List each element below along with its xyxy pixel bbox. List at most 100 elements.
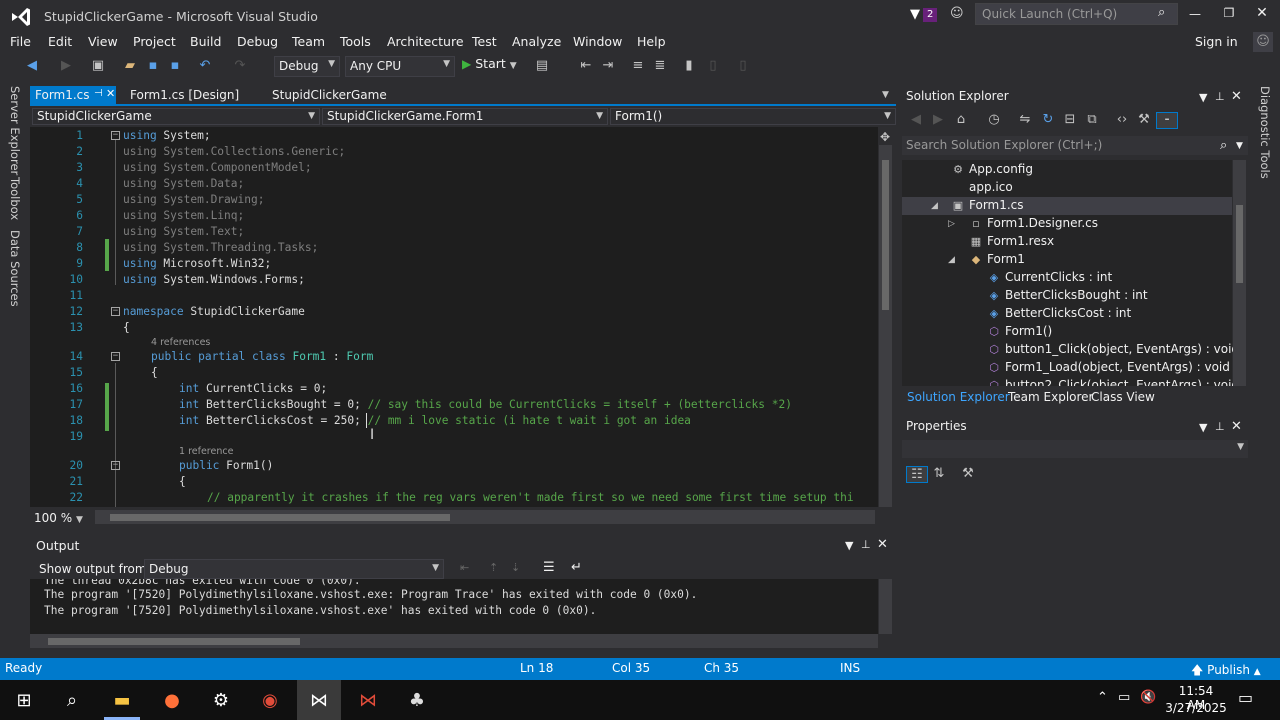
forward-icon[interactable]: ▶ <box>58 58 74 73</box>
expand-icon[interactable]: ◢ <box>931 201 938 211</box>
tab-solution-explorer[interactable]: Solution Explorer <box>902 389 1015 405</box>
expand-icon[interactable]: ◢ <box>948 255 955 265</box>
tree-item-form1-class[interactable]: ◆ Form1 <box>969 250 1025 268</box>
notifications-icon[interactable]: ▭ <box>1238 688 1253 707</box>
feedback-icon[interactable]: ☺ <box>950 6 964 21</box>
home-icon[interactable]: ⌂ <box>953 112 969 127</box>
view-code-icon[interactable]: ‹› <box>1114 112 1130 127</box>
app-cat-icon[interactable]: ♣ <box>404 688 430 714</box>
output-source-select[interactable]: Debug ▼ <box>144 559 444 579</box>
open-folder-icon[interactable]: ▰ <box>122 58 138 73</box>
codelens-references[interactable]: 1 reference <box>179 446 233 458</box>
configuration-select[interactable]: Debug ▼ <box>274 56 340 77</box>
search-icon[interactable]: ⌕ <box>1220 138 1227 153</box>
bookmark-icon[interactable]: ▮ <box>681 58 697 73</box>
quick-launch-input[interactable]: Quick Launch (Ctrl+Q) <box>975 3 1178 25</box>
tab-stupidclickergame[interactable]: StupidClickerGame <box>267 86 392 106</box>
visual-studio-installer-icon[interactable]: ⋈ <box>355 688 381 714</box>
tray-chevron-up-icon[interactable]: ⌃ <box>1097 690 1108 705</box>
property-pages-icon[interactable]: ⚒ <box>960 466 976 481</box>
platform-select[interactable]: Any CPU ▼ <box>345 56 455 77</box>
save-all-icon[interactable]: ▪ <box>167 58 183 73</box>
firefox-icon[interactable]: ● <box>159 688 185 714</box>
tree-item-field[interactable]: ◈ CurrentClicks : int <box>987 268 1112 286</box>
collapse-all-icon[interactable]: ⊟ <box>1062 112 1078 127</box>
undo-icon[interactable]: ↶ <box>197 58 213 73</box>
tree-item-method[interactable]: ⬡ Form1() <box>987 322 1052 340</box>
editor-scroll-thumb[interactable] <box>882 160 889 310</box>
diagnostic-tools-tab[interactable]: Diagnostic Tools <box>1258 86 1272 179</box>
notification-badge[interactable]: 2 <box>923 8 938 22</box>
goto-message-icon[interactable]: ⇤ <box>460 561 469 574</box>
member-navigation-select[interactable]: Form1() ▼ <box>610 108 896 125</box>
menu-architecture[interactable]: Architecture <box>387 34 464 49</box>
alphabetical-icon[interactable]: ⇅ <box>931 466 947 481</box>
bookmark-prev-icon[interactable]: ▯ <box>705 58 721 73</box>
next-message-icon[interactable]: ⇣ <box>511 561 520 574</box>
volume-muted-icon[interactable]: 🔇 <box>1140 690 1156 705</box>
redo-icon[interactable]: ↷ <box>232 58 248 73</box>
clear-all-icon[interactable]: ☰ <box>543 560 555 575</box>
menu-debug[interactable]: Debug <box>237 34 278 49</box>
tab-class-view[interactable]: Class View <box>1086 389 1160 405</box>
back-icon[interactable]: ◀ <box>908 112 924 127</box>
project-navigation-select[interactable]: StupidClickerGame ▼ <box>32 108 320 125</box>
collapse-icon[interactable]: − <box>111 131 120 140</box>
tab-overflow-icon[interactable]: ▼ <box>882 90 889 100</box>
pending-changes-icon[interactable]: ◷ <box>986 112 1002 127</box>
menu-test[interactable]: Test <box>472 34 497 49</box>
forward-icon[interactable]: ▶ <box>930 112 946 127</box>
uncomment-icon[interactable]: ≣ <box>652 58 668 73</box>
attach-icon[interactable]: ▤ <box>534 58 550 73</box>
menu-tools[interactable]: Tools <box>340 34 371 49</box>
collapse-icon[interactable]: ▷ <box>948 219 955 229</box>
split-window-icon[interactable]: ✥ <box>880 130 890 144</box>
close-icon[interactable]: ✕ <box>877 537 888 552</box>
window-position-icon[interactable]: ▼ <box>845 539 853 552</box>
tree-item-field[interactable]: ◈ BetterClicksBought : int <box>987 286 1148 304</box>
output-text-area[interactable]: The thread 0x2b8c has exited with code 0… <box>30 579 878 634</box>
comment-icon[interactable]: ≡ <box>630 58 646 73</box>
pin-icon[interactable]: ⊥ <box>1215 90 1225 103</box>
tab-form1-cs[interactable]: Form1.cs ⊣ ✕ <box>30 86 116 106</box>
file-explorer-icon[interactable]: ▬ <box>109 688 135 714</box>
close-button[interactable]: ✕ <box>1255 5 1269 21</box>
back-icon[interactable]: ◀ <box>24 58 40 73</box>
codelens-references[interactable]: 4 references <box>151 337 210 349</box>
zoom-level-select[interactable]: 100 % ▼ <box>34 511 83 525</box>
toolbox-tab[interactable]: Toolbox <box>8 177 22 220</box>
menu-window[interactable]: Window <box>573 34 622 49</box>
code-editor[interactable]: 1− using System; 2 using System.Collection… <box>30 127 878 507</box>
account-icon[interactable]: ☺ <box>1253 32 1273 52</box>
tree-item-method[interactable]: ⬡ Form1_Load(object, EventArgs) : void <box>987 358 1230 376</box>
chevron-down-icon[interactable]: ▼ <box>1236 141 1243 151</box>
prev-message-icon[interactable]: ⇡ <box>489 561 498 574</box>
chrome-canary-icon[interactable]: ◉ <box>257 688 283 714</box>
menu-team[interactable]: Team <box>292 34 325 49</box>
sign-in-link[interactable]: Sign in <box>1195 34 1238 49</box>
type-navigation-select[interactable]: StupidClickerGame.Form1 ▼ <box>322 108 608 125</box>
window-position-icon[interactable]: ▼ <box>1199 421 1207 434</box>
windows-start-icon[interactable]: ⊞ <box>11 688 37 714</box>
menu-edit[interactable]: Edit <box>48 34 72 49</box>
minimize-button[interactable]: — <box>1188 7 1202 21</box>
properties-object-select[interactable]: ▼ <box>902 440 1248 458</box>
menu-help[interactable]: Help <box>637 34 666 49</box>
tree-item-method[interactable]: ⬡ button2_Click(object, EventArgs) : void <box>987 376 1239 386</box>
menu-file[interactable]: File <box>10 34 31 49</box>
close-icon[interactable]: ✕ <box>1231 419 1242 434</box>
restore-button[interactable]: ❐ <box>1222 6 1236 20</box>
collapse-icon[interactable]: − <box>111 352 120 361</box>
solution-tree-scroll-thumb[interactable] <box>1236 205 1243 283</box>
filter-icon[interactable]: ▼ <box>910 7 920 22</box>
categorized-icon[interactable]: ☷ <box>906 466 928 483</box>
close-icon[interactable]: ✕ <box>106 87 115 100</box>
tree-item-form1-cs[interactable]: ▣ Form1.cs <box>951 196 1024 214</box>
sync-icon[interactable]: ⇋ <box>1017 112 1033 127</box>
refresh-icon[interactable]: ↻ <box>1040 112 1056 127</box>
search-icon[interactable]: ⌕ <box>1158 5 1165 20</box>
collapse-icon[interactable]: − <box>111 307 120 316</box>
menu-build[interactable]: Build <box>190 34 221 49</box>
bookmark-next-icon[interactable]: ▯ <box>735 58 751 73</box>
tab-form1-design[interactable]: Form1.cs [Design] <box>125 86 244 106</box>
